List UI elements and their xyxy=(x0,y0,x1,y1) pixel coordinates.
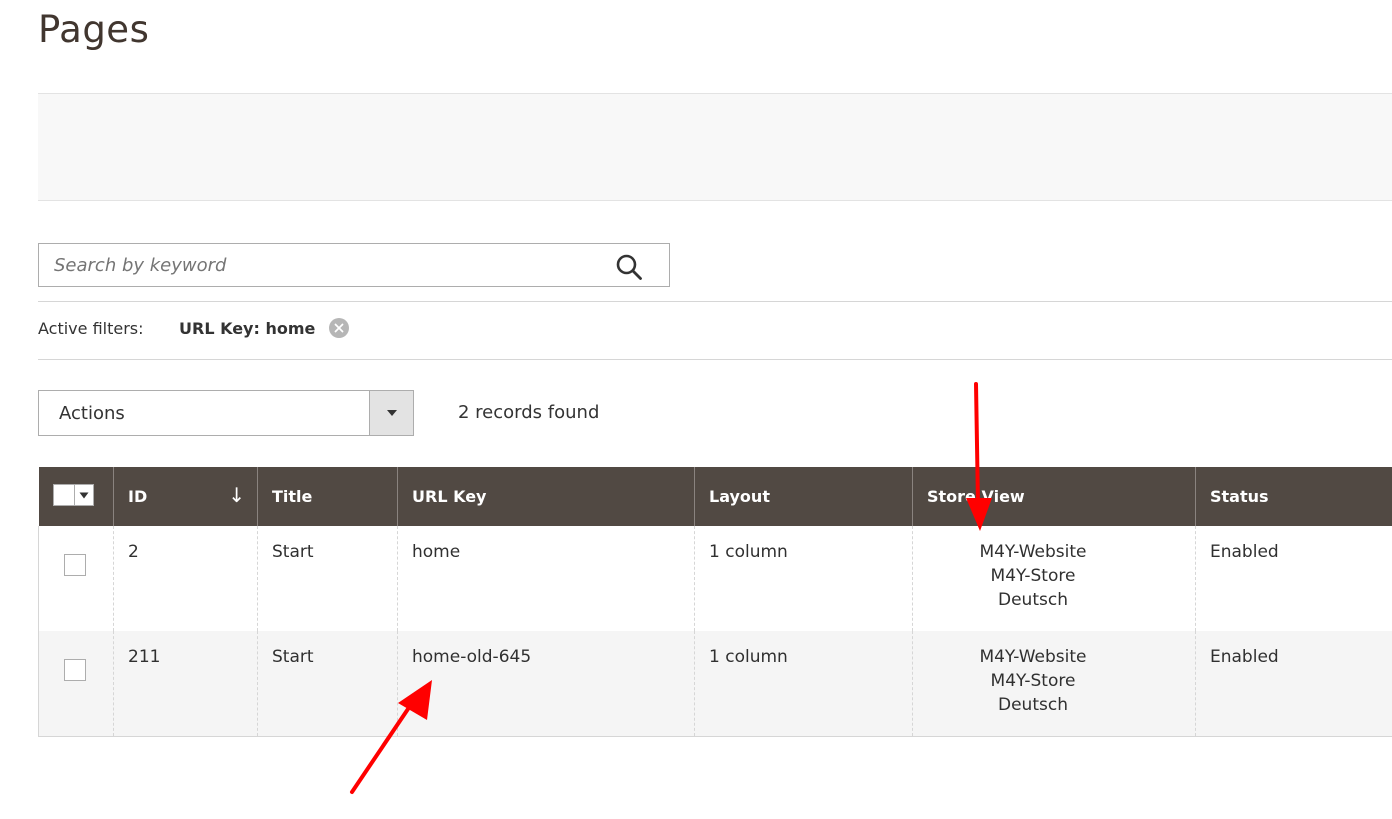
cell-status: Enabled xyxy=(1195,631,1392,737)
table-row[interactable]: 211 Start home-old-645 1 column M4Y-Webs… xyxy=(38,631,1392,737)
active-filter-chip: URL Key: home xyxy=(179,318,350,338)
divider xyxy=(38,301,1392,302)
store-view-store: M4Y-Store xyxy=(990,566,1076,586)
column-header-id[interactable]: ID ↓ xyxy=(113,467,258,526)
column-header-url-key[interactable]: URL Key xyxy=(397,467,695,526)
cell-layout: 1 column xyxy=(694,526,913,631)
divider xyxy=(38,359,1392,360)
cell-url-key: home xyxy=(397,526,695,631)
store-view-website: M4Y-Website xyxy=(979,647,1087,667)
cell-title: Start xyxy=(257,526,398,631)
records-found-count: 2 records found xyxy=(458,402,600,423)
store-view-language: Deutsch xyxy=(998,695,1068,715)
cell-store-view: M4Y-Website M4Y-Store Deutsch xyxy=(912,526,1196,631)
column-header-title[interactable]: Title xyxy=(257,467,398,526)
sort-down-arrow-icon: ↓ xyxy=(228,483,245,507)
row-select-cell xyxy=(38,526,114,631)
cell-status: Enabled xyxy=(1195,526,1392,631)
column-header-layout[interactable]: Layout xyxy=(694,467,913,526)
cell-store-view: M4Y-Website M4Y-Store Deutsch xyxy=(912,631,1196,737)
mass-select-control[interactable] xyxy=(52,484,94,506)
close-circle-icon[interactable] xyxy=(329,318,350,338)
store-view-website: M4Y-Website xyxy=(979,542,1087,562)
caret-down-icon[interactable] xyxy=(369,391,413,435)
row-checkbox[interactable] xyxy=(64,659,86,681)
cell-url-key: home-old-645 xyxy=(397,631,695,737)
column-header-id-label: ID xyxy=(128,487,148,506)
active-filters-label: Active filters: xyxy=(38,319,144,338)
search-icon[interactable] xyxy=(615,253,643,281)
cell-id: 211 xyxy=(113,631,258,737)
actions-dropdown[interactable]: Actions xyxy=(38,390,414,436)
search-box xyxy=(38,243,670,287)
cell-layout: 1 column xyxy=(694,631,913,737)
pages-grid: ID ↓ Title URL Key Layout Store View Sta… xyxy=(38,467,1392,737)
mass-select-header xyxy=(38,467,114,526)
actions-dropdown-label: Actions xyxy=(59,403,125,424)
column-header-status[interactable]: Status xyxy=(1195,467,1392,526)
cell-id: 2 xyxy=(113,526,258,631)
mass-select-checkbox[interactable] xyxy=(53,485,74,505)
caret-down-icon[interactable] xyxy=(73,485,93,505)
cell-title: Start xyxy=(257,631,398,737)
store-view-store: M4Y-Store xyxy=(990,671,1076,691)
store-view-language: Deutsch xyxy=(998,590,1068,610)
active-filter-label: URL Key: home xyxy=(179,318,316,338)
grid-header-row: ID ↓ Title URL Key Layout Store View Sta… xyxy=(38,467,1392,526)
row-checkbox[interactable] xyxy=(64,554,86,576)
page-title: Pages xyxy=(38,8,150,51)
cms-pages-screen: Pages Active filters: URL Key: home Acti… xyxy=(0,0,1392,819)
column-header-store-view[interactable]: Store View xyxy=(912,467,1196,526)
row-select-cell xyxy=(38,631,114,737)
search-input[interactable] xyxy=(39,244,614,286)
table-row[interactable]: 2 Start home 1 column M4Y-Website M4Y-St… xyxy=(38,526,1392,631)
page-actions-band xyxy=(38,93,1392,201)
